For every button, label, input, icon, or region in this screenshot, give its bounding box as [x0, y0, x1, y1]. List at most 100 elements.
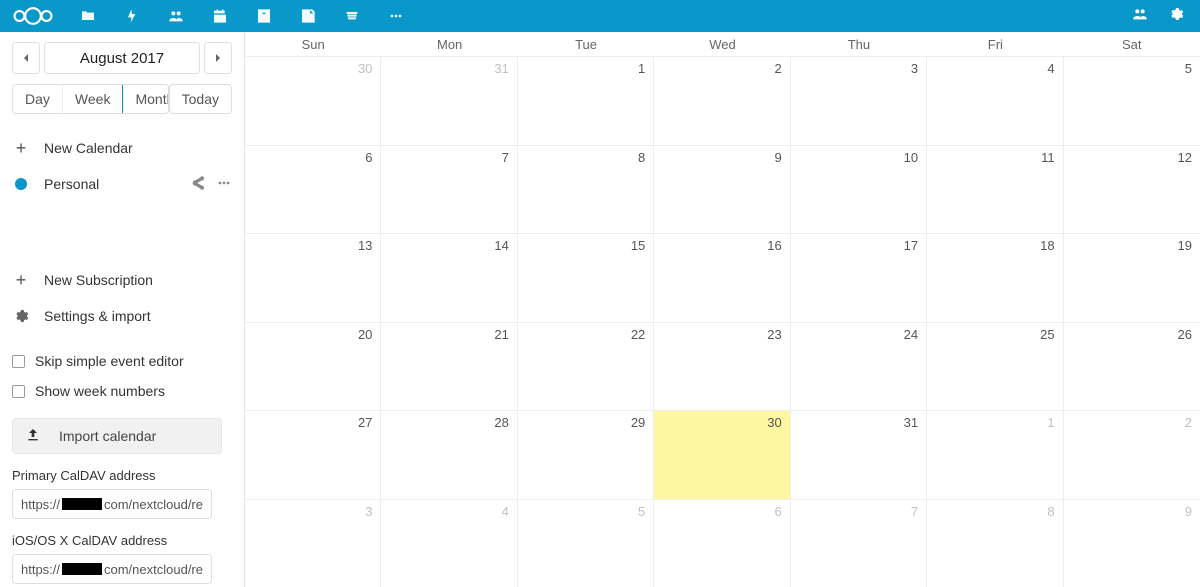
day-header: Mon — [381, 32, 517, 56]
contacts-icon[interactable] — [166, 6, 186, 26]
import-calendar-button[interactable]: Import calendar — [12, 418, 222, 454]
plus-icon: + — [16, 139, 27, 157]
calendar-item-personal[interactable]: Personal — [12, 166, 232, 202]
day-cell[interactable]: 9 — [654, 146, 790, 234]
day-cell[interactable]: 2 — [654, 57, 790, 145]
day-cell[interactable]: 4 — [381, 500, 517, 587]
day-number: 6 — [774, 504, 781, 519]
day-number: 20 — [358, 327, 372, 342]
today-button[interactable]: Today — [169, 84, 232, 114]
share-icon[interactable] — [190, 175, 206, 194]
app-icon[interactable] — [254, 6, 274, 26]
day-cell[interactable]: 21 — [381, 323, 517, 411]
day-cell[interactable]: 26 — [1064, 323, 1200, 411]
day-cell[interactable]: 31 — [791, 411, 927, 499]
day-cell[interactable]: 8 — [518, 146, 654, 234]
more-icon[interactable] — [216, 175, 232, 194]
day-cell[interactable]: 12 — [1064, 146, 1200, 234]
day-cell[interactable]: 28 — [381, 411, 517, 499]
day-number: 3 — [911, 61, 918, 76]
day-cell[interactable]: 2 — [1064, 411, 1200, 499]
day-cell[interactable]: 31 — [381, 57, 517, 145]
day-number: 5 — [638, 504, 645, 519]
day-number: 4 — [502, 504, 509, 519]
day-cell[interactable]: 19 — [1064, 234, 1200, 322]
day-cell[interactable]: 18 — [927, 234, 1063, 322]
day-number: 3 — [365, 504, 372, 519]
import-calendar-label: Import calendar — [59, 428, 156, 444]
view-month-button[interactable]: Month — [122, 84, 168, 114]
day-cell[interactable]: 24 — [791, 323, 927, 411]
day-number: 5 — [1185, 61, 1192, 76]
day-cell[interactable]: 25 — [927, 323, 1063, 411]
new-subscription-button[interactable]: + New Subscription — [12, 262, 232, 298]
day-cell[interactable]: 17 — [791, 234, 927, 322]
app-topbar — [0, 0, 1200, 32]
day-number: 31 — [904, 415, 918, 430]
day-cell[interactable]: 15 — [518, 234, 654, 322]
day-cell[interactable]: 6 — [245, 146, 381, 234]
calendar-icon[interactable] — [210, 6, 230, 26]
day-cell[interactable]: 10 — [791, 146, 927, 234]
settings-import-button[interactable]: Settings & import — [12, 298, 232, 334]
day-number: 7 — [911, 504, 918, 519]
day-number: 27 — [358, 415, 372, 430]
settings-icon[interactable] — [1168, 6, 1184, 27]
next-month-button[interactable] — [204, 42, 232, 74]
day-cell[interactable]: 3 — [245, 500, 381, 587]
month-title[interactable]: August 2017 — [44, 42, 200, 74]
main-area: August 2017 Day Week Month Today + New C… — [0, 32, 1200, 587]
day-number: 8 — [1047, 504, 1054, 519]
day-number: 21 — [494, 327, 508, 342]
show-week-numbers-option[interactable]: Show week numbers — [12, 376, 232, 406]
day-cell[interactable]: 30 — [245, 57, 381, 145]
day-cell[interactable]: 9 — [1064, 500, 1200, 587]
view-day-button[interactable]: Day — [13, 85, 63, 113]
new-calendar-button[interactable]: + New Calendar — [12, 130, 232, 166]
redacted-block — [62, 563, 102, 575]
day-cell[interactable]: 3 — [791, 57, 927, 145]
day-cell[interactable]: 5 — [1064, 57, 1200, 145]
day-cell[interactable]: 27 — [245, 411, 381, 499]
day-cell[interactable]: 30 — [654, 411, 790, 499]
day-cell[interactable]: 8 — [927, 500, 1063, 587]
day-header-row: Sun Mon Tue Wed Thu Fri Sat — [245, 32, 1200, 56]
day-number: 24 — [904, 327, 918, 342]
day-cell[interactable]: 7 — [381, 146, 517, 234]
day-cell[interactable]: 7 — [791, 500, 927, 587]
day-number: 26 — [1178, 327, 1192, 342]
checkbox-icon[interactable] — [12, 355, 25, 368]
day-number: 2 — [1185, 415, 1192, 430]
day-cell[interactable]: 4 — [927, 57, 1063, 145]
users-icon[interactable] — [1132, 6, 1148, 27]
day-cell[interactable]: 22 — [518, 323, 654, 411]
day-number: 19 — [1178, 238, 1192, 253]
more-icon[interactable] — [386, 6, 406, 26]
skip-simple-editor-option[interactable]: Skip simple event editor — [12, 346, 232, 376]
day-cell[interactable]: 14 — [381, 234, 517, 322]
notes-icon[interactable] — [298, 6, 318, 26]
new-calendar-label: New Calendar — [44, 140, 232, 156]
day-cell[interactable]: 13 — [245, 234, 381, 322]
checkbox-icon[interactable] — [12, 385, 25, 398]
primary-caldav-input[interactable]: https://com/nextcloud/re — [12, 489, 212, 519]
activity-icon[interactable] — [122, 6, 142, 26]
day-cell[interactable]: 6 — [654, 500, 790, 587]
folder-icon[interactable] — [78, 6, 98, 26]
view-week-button[interactable]: Week — [63, 85, 124, 113]
day-cell[interactable]: 11 — [927, 146, 1063, 234]
day-cell[interactable]: 5 — [518, 500, 654, 587]
day-header: Thu — [791, 32, 927, 56]
day-cell[interactable]: 16 — [654, 234, 790, 322]
day-cell[interactable]: 1 — [927, 411, 1063, 499]
week-row: 3 4 5 6 7 89 — [245, 499, 1200, 587]
primary-caldav-label: Primary CalDAV address — [12, 468, 232, 483]
day-cell[interactable]: 23 — [654, 323, 790, 411]
deck-icon[interactable] — [342, 6, 362, 26]
app-logo[interactable] — [8, 2, 58, 30]
prev-month-button[interactable] — [12, 42, 40, 74]
day-cell[interactable]: 1 — [518, 57, 654, 145]
day-cell[interactable]: 20 — [245, 323, 381, 411]
ios-caldav-input[interactable]: https://com/nextcloud/re — [12, 554, 212, 584]
day-cell[interactable]: 29 — [518, 411, 654, 499]
